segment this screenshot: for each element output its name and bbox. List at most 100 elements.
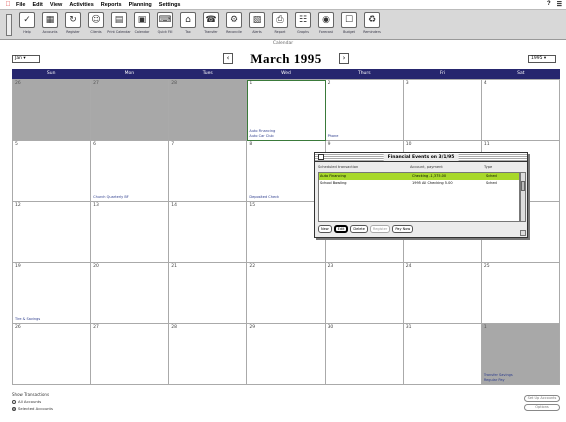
menu-reports[interactable]: Reports — [101, 2, 122, 8]
day-cell[interactable]: 27 — [91, 324, 170, 385]
radio-selected-accounts[interactable]: Selected Accounts — [12, 406, 53, 411]
menu-edit[interactable]: Edit — [32, 2, 42, 8]
weekday-header: Sun Mon Tues Wed Thurs Fri Sat — [12, 69, 560, 79]
menu-activities[interactable]: Activities — [69, 2, 93, 8]
day-cell[interactable]: 22 — [247, 263, 326, 324]
column-header-transaction[interactable]: Scheduled transaction — [318, 165, 410, 171]
new-button[interactable]: New — [318, 225, 332, 233]
apple-menu-icon[interactable]:  — [0, 1, 16, 8]
calendar-event[interactable]: Auto Financing Auto Car Club — [249, 129, 275, 138]
day-cell[interactable]: 19 Tire & Savings — [13, 263, 92, 324]
edit-button[interactable]: Edit — [333, 225, 349, 233]
day-cell[interactable]: 31 — [403, 324, 482, 385]
menu-settings[interactable]: Settings — [159, 2, 181, 8]
day-cell[interactable]: 20 — [91, 263, 170, 324]
day-cell[interactable]: 26 — [13, 324, 92, 385]
column-header-account[interactable]: Account, payment — [410, 165, 484, 171]
day-number: 26 — [15, 325, 21, 330]
toolbar-button-reconcile[interactable]: ⚙ Reconcile — [223, 11, 245, 38]
radio-all-accounts[interactable]: All Accounts — [12, 399, 53, 404]
scrollbar-thumb[interactable] — [521, 181, 525, 191]
close-box-icon[interactable] — [318, 154, 324, 160]
next-month-button[interactable]: › — [339, 53, 349, 64]
day-cell[interactable]: 1 Transfer Savings Regular Pay — [481, 324, 560, 385]
calendar-event[interactable]: Church Quarterly BF — [93, 195, 129, 200]
toolbar-button-quick-fill[interactable]: ⌨ Quick Fill — [154, 11, 176, 38]
toolbar-button-accounts[interactable]: ▦ Accounts — [39, 11, 61, 38]
calendar-event[interactable]: Phone — [328, 134, 339, 139]
application-menu-icon[interactable]: ☰ — [557, 1, 562, 8]
day-cell[interactable]: 13 — [91, 202, 170, 263]
toolbar-button-help[interactable]: ✓ Help — [16, 11, 38, 38]
day-cell[interactable]: 21 — [169, 263, 248, 324]
day-cell[interactable]: 27 — [91, 80, 170, 141]
dialog-titlebar[interactable]: Financial Events on 3/1/95 — [315, 153, 527, 162]
day-number: 31 — [405, 325, 412, 330]
toolbar-grip[interactable] — [6, 13, 12, 36]
day-cell[interactable]: 1 Auto Financing Auto Car Club — [247, 80, 326, 141]
radio-icon[interactable] — [12, 399, 16, 404]
toolbar-button-graphs[interactable]: ☷ Graphs — [292, 11, 314, 38]
register-button[interactable]: Register — [369, 225, 391, 233]
day-cell[interactable]: 29 — [247, 324, 326, 385]
month-select[interactable]: Jan ▾ — [12, 55, 40, 63]
toolbar-button-alerts[interactable]: ▧ Alerts — [246, 11, 268, 38]
day-cell[interactable]: 24 — [403, 263, 482, 324]
day-cell[interactable]: 30 — [325, 324, 404, 385]
toolbar-button-forecast[interactable]: ◉ Forecast — [315, 11, 337, 38]
pay-now-button[interactable]: Pay Now — [392, 225, 414, 233]
day-cell[interactable]: 4 — [481, 80, 560, 141]
show-transactions-group: Show Transactions All Accounts Selected … — [12, 392, 53, 411]
calendar-event[interactable]: Transfer Savings Regular Pay — [484, 373, 513, 382]
day-cell[interactable]: 28 — [169, 324, 248, 385]
toolbar-button-clients[interactable]: ☺ Clients — [85, 11, 107, 38]
options-button[interactable]: Options — [524, 404, 560, 411]
dialog-column-headers: Scheduled transaction Account, payment T… — [318, 165, 516, 171]
resize-grow-box-icon[interactable] — [520, 230, 526, 236]
toolbar-button-report[interactable]: ⎙ Report — [269, 11, 291, 38]
menu-planning[interactable]: Planning — [129, 2, 152, 8]
events-list[interactable]: Auto Financing Checking -1,375.00 Sched Sch… — [318, 172, 520, 222]
events-list-scrollbar[interactable] — [520, 172, 526, 222]
day-cell[interactable]: 2 Phone — [325, 80, 404, 141]
report-icon: ⎙ — [272, 11, 288, 28]
previous-month-button[interactable]: ‹ — [223, 53, 233, 64]
day-cell[interactable]: 26 — [13, 80, 92, 141]
bottom-right-buttons: Set Up Accounts Options — [524, 395, 560, 413]
menu-view[interactable]: View — [50, 2, 62, 8]
day-cell[interactable]: 6 Church Quarterly BF — [91, 141, 170, 202]
toolbar-button-reminders[interactable]: ♻ Reminders — [361, 11, 383, 38]
budget-icon: ☐ — [341, 11, 357, 28]
day-cell[interactable]: 28 — [169, 80, 248, 141]
toolbar-button-transfer[interactable]: ☎ Transfer — [200, 11, 222, 38]
delete-button[interactable]: Delete — [350, 225, 368, 233]
radio-label-selected-accounts: Selected Accounts — [18, 406, 53, 411]
day-cell[interactable]: 25 — [481, 263, 560, 324]
toolbar-button-register[interactable]: ↻ Register — [62, 11, 84, 38]
event-row-type: Sched — [486, 174, 497, 178]
day-cell[interactable]: 5 — [13, 141, 92, 202]
help-menu-icon[interactable]: ? — [547, 1, 551, 8]
day-cell[interactable]: 12 — [13, 202, 92, 263]
toolbar-button-calendar[interactable]: ▣ Calendar — [131, 11, 153, 38]
toolbar-button-label: Quick Fill — [157, 29, 173, 34]
toolbar-button-print-calendar[interactable]: ▤ Print Calendar — [107, 11, 131, 38]
day-cell[interactable]: 14 — [169, 202, 248, 263]
year-select[interactable]: 1995 ▾ — [528, 55, 556, 63]
set-up-accounts-button[interactable]: Set Up Accounts — [524, 395, 560, 402]
event-row[interactable]: School Bowling 1995 All Checking 5.00 Sche… — [319, 180, 519, 187]
day-cell[interactable]: 23 — [325, 263, 404, 324]
event-row[interactable]: Auto Financing Checking -1,375.00 Sched — [319, 173, 519, 180]
day-cell[interactable]: 3 — [403, 80, 482, 141]
menu-file[interactable]: File — [16, 2, 25, 8]
day-number: 21 — [171, 264, 178, 269]
calendar-event[interactable]: Tire & Savings — [15, 317, 40, 322]
calendar-event[interactable]: Deposited Check — [249, 195, 279, 200]
radio-selected-icon[interactable] — [12, 406, 16, 411]
toolbar-button-budget[interactable]: ☐ Budget — [338, 11, 360, 38]
menubar-right: ? ☰ — [547, 1, 562, 8]
column-header-type[interactable]: Type — [484, 165, 516, 171]
toolbar-button-label: Report — [274, 29, 286, 34]
day-cell[interactable]: 7 — [169, 141, 248, 202]
toolbar-button-tax[interactable]: ⌂ Tax — [177, 11, 199, 38]
